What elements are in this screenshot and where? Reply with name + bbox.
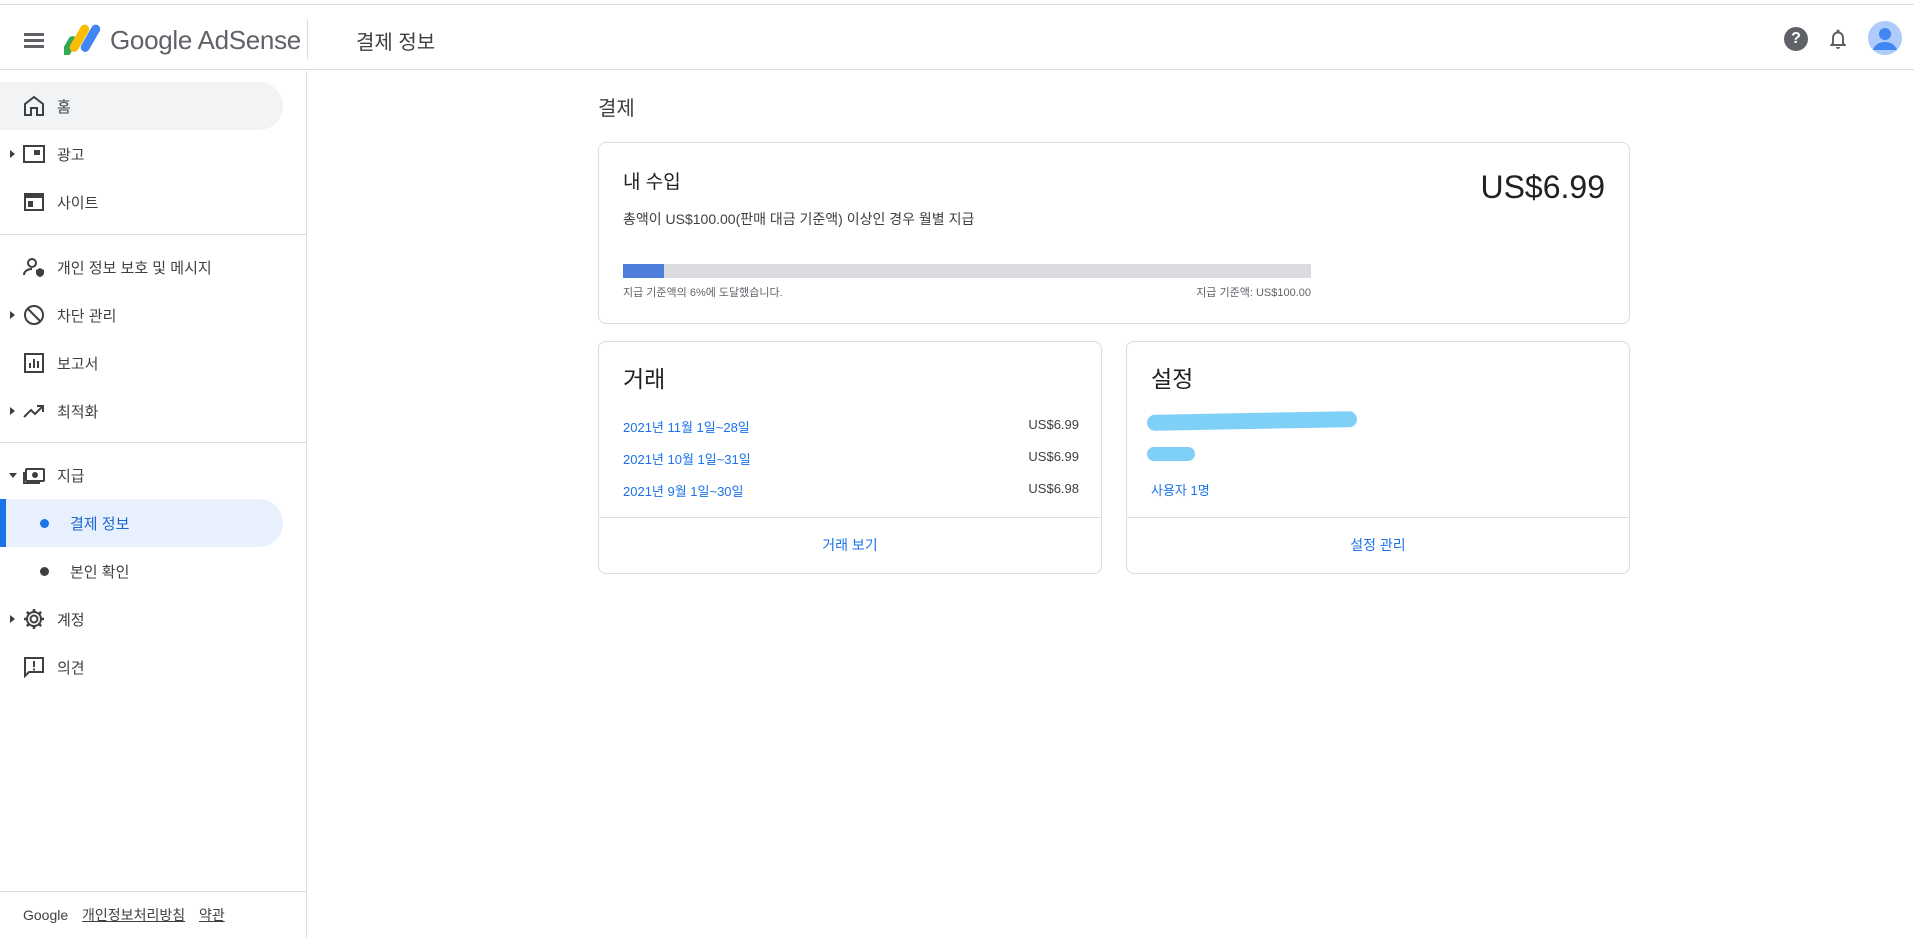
block-icon [24,305,44,325]
sidebar-divider [0,234,307,235]
view-transactions-button[interactable]: 거래 보기 [599,518,1101,573]
page-title: 결제 정보 [356,32,436,54]
reports-icon [24,353,44,373]
bullet-icon [40,567,49,576]
earnings-description: 총액이 US$100.00(판매 대금 기준액) 이상인 경우 월별 지급 [623,211,975,227]
transaction-row: 2021년 9월 1일~30일 US$6.98 [623,481,1079,501]
users-link[interactable]: 사용자 1명 [1151,480,1210,499]
sidebar-item-payments[interactable]: 지급 [0,451,283,499]
redacted-info [1147,447,1195,461]
sidebar-item-billing-info[interactable]: 결제 정보 [0,499,283,547]
sidebar-item-blocking[interactable]: 차단 관리 [0,291,283,339]
sidebar-divider [0,442,307,443]
sites-icon [24,193,44,211]
transaction-period-link[interactable]: 2021년 10월 1일~31일 [623,449,751,468]
sidebar-item-reports[interactable]: 보고서 [0,339,283,387]
sidebar-item-account[interactable]: 계정 [0,595,283,643]
transaction-period-link[interactable]: 2021년 9월 1일~30일 [623,481,744,500]
transaction-period-link[interactable]: 2021년 11월 1일~28일 [623,417,750,436]
privacy-policy-link[interactable]: 개인정보처리방침 [82,907,185,923]
menu-icon[interactable] [18,24,50,56]
settings-card: 설정 사용자 1명 설정 관리 [1126,341,1630,574]
expand-arrow-icon [10,311,15,319]
sidebar-item-optimization[interactable]: 최적화 [0,387,283,435]
payment-threshold-progress [623,264,1311,278]
privacy-icon [23,258,44,277]
help-icon[interactable]: ? [1784,27,1808,51]
sidebar-item-label: 개인 정보 보호 및 메시지 [57,260,212,277]
sidebar-item-identity-verification[interactable]: 본인 확인 [0,547,283,595]
transactions-title: 거래 [623,366,666,392]
expand-arrow-icon [10,150,15,158]
sidebar-item-label: 계정 [57,612,85,629]
transaction-amount: US$6.98 [1028,481,1079,496]
sidebar-item-privacy[interactable]: 개인 정보 보호 및 메시지 [0,243,283,291]
progress-status-text: 지급 기준액의 6%에 도달했습니다. [623,287,783,299]
sidebar: 홈 광고 사이트 개인 정보 보호 및 메시지 차단 관리 보고서 최적화 지급 [0,71,307,938]
transaction-row: 2021년 11월 1일~28일 US$6.99 [623,417,1079,437]
earnings-title: 내 수입 [623,172,681,193]
avatar[interactable] [1868,21,1902,55]
sidebar-item-feedback[interactable]: 의견 [0,643,283,691]
notifications-icon[interactable] [1826,27,1850,51]
header-divider [307,19,308,59]
redacted-info [1146,411,1358,431]
sidebar-item-label: 차단 관리 [57,308,117,325]
adsense-logo-icon [64,24,100,55]
sidebar-item-label: 지급 [57,468,85,485]
sidebar-item-label: 결제 정보 [70,516,130,533]
threshold-text: 지급 기준액: US$100.00 [1196,287,1311,299]
sidebar-item-label: 보고서 [57,356,99,373]
sidebar-item-sites[interactable]: 사이트 [0,178,283,226]
settings-title: 설정 [1151,366,1194,392]
sidebar-footer-divider [0,891,307,892]
collapse-arrow-icon [9,473,17,478]
sidebar-item-home[interactable]: 홈 [0,82,283,130]
manage-settings-button[interactable]: 설정 관리 [1127,518,1629,573]
sidebar-item-label: 홈 [57,99,71,116]
sidebar-item-label: 광고 [57,147,85,164]
top-app-bar: Google AdSense 결제 정보 ? [0,5,1914,70]
sidebar-footer: Google 개인정보처리방침 약관 [23,905,225,925]
home-icon [24,95,44,116]
transactions-card: 거래 2021년 11월 1일~28일 US$6.99 2021년 10월 1일… [598,341,1102,574]
sidebar-item-label: 최적화 [57,404,99,421]
transaction-amount: US$6.99 [1028,449,1079,464]
ads-icon [23,145,45,163]
transaction-row: 2021년 10월 1일~31일 US$6.99 [623,449,1079,469]
bullet-icon [40,519,49,528]
transaction-amount: US$6.99 [1028,417,1079,432]
expand-arrow-icon [10,615,15,623]
sidebar-item-label: 의견 [57,660,85,677]
progress-fill [623,264,665,278]
gear-icon [24,609,44,629]
earnings-card: 내 수입 US$6.99 총액이 US$100.00(판매 대금 기준액) 이상… [598,142,1630,324]
app-name: Google AdSense [110,25,301,55]
payments-icon [23,468,45,484]
trending-up-icon [23,405,44,418]
earnings-amount: US$6.99 [1480,169,1605,205]
sidebar-item-ads[interactable]: 광고 [0,130,283,178]
expand-arrow-icon [10,407,15,415]
sidebar-item-label: 본인 확인 [70,564,130,581]
sidebar-item-label: 사이트 [57,195,99,212]
feedback-icon [24,657,44,679]
footer-brand: Google [23,907,69,923]
active-indicator [0,499,6,547]
section-title: 결제 [598,98,635,120]
terms-link[interactable]: 약관 [199,907,225,923]
